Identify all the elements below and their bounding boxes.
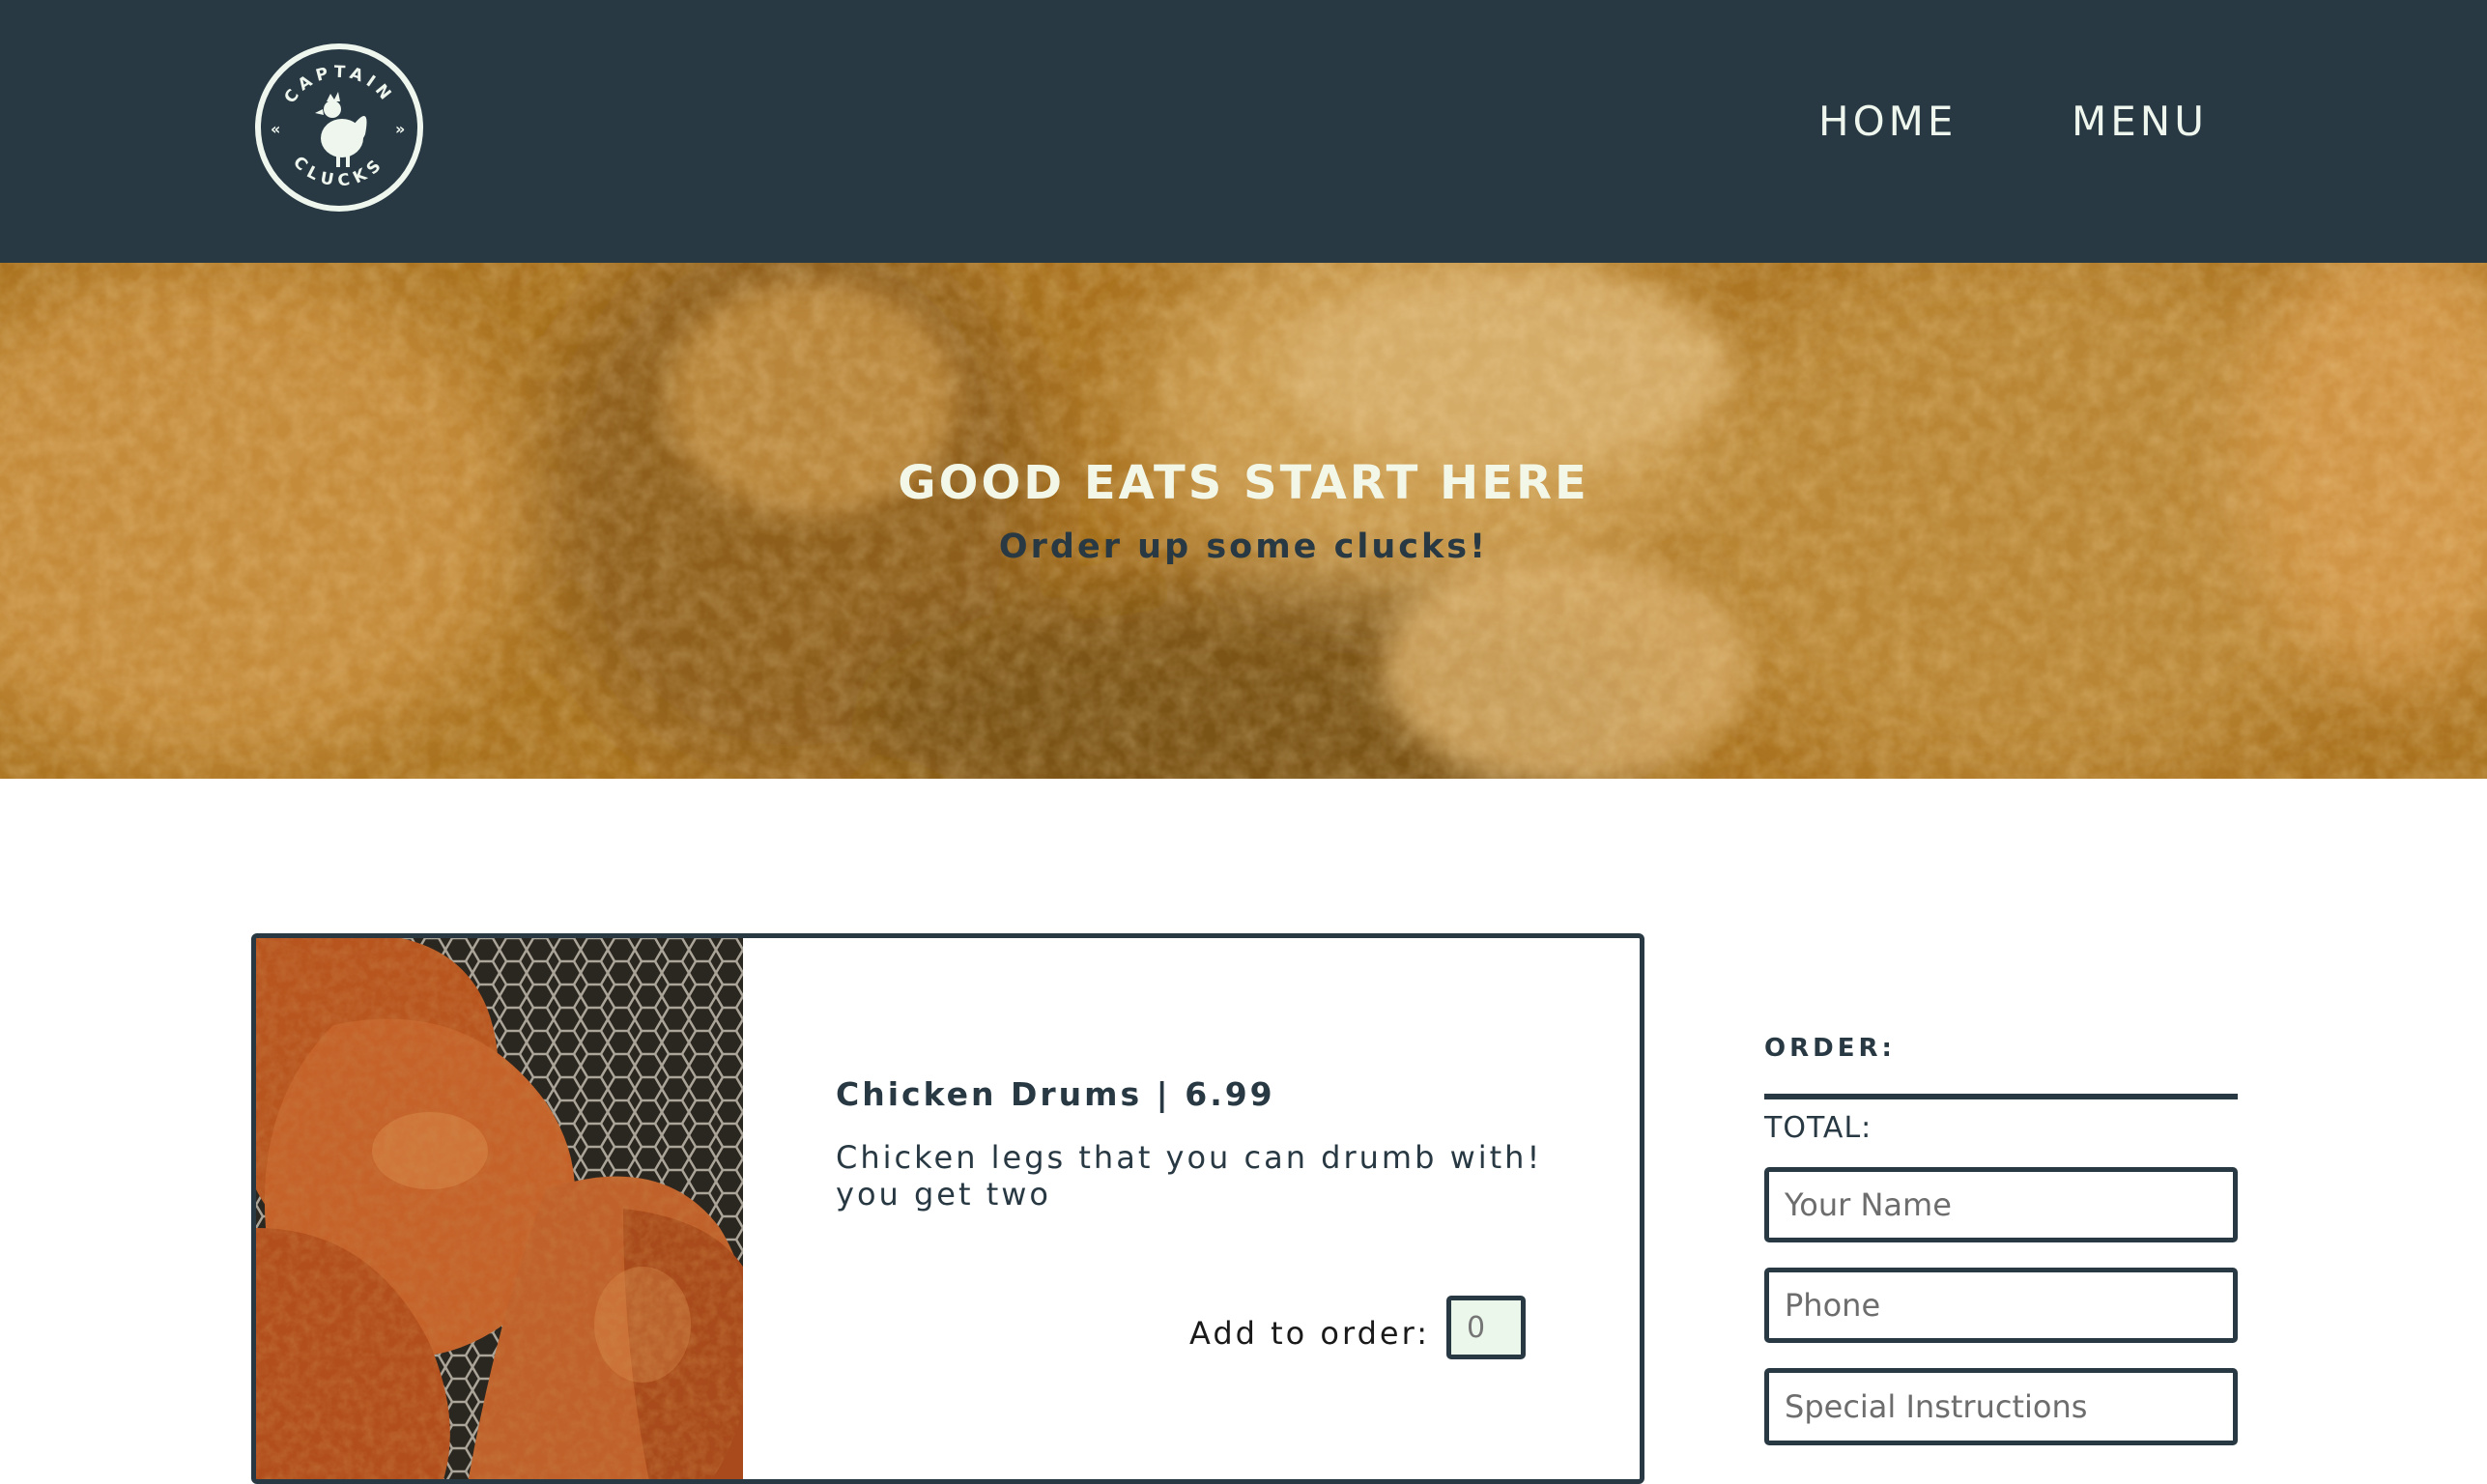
svg-text:»: » [395, 120, 405, 138]
nav-menu-link[interactable]: MENU [2072, 93, 2208, 151]
svg-text:«: « [271, 120, 280, 138]
menu-item-title: Chicken Drums | 6.99 [836, 1075, 1275, 1113]
hero-subtitle: Order up some clucks! [998, 528, 1489, 566]
order-heading: ORDER: [1764, 1034, 1896, 1063]
hero-title: GOOD EATS START HERE [898, 456, 1589, 510]
special-instructions-input[interactable] [1764, 1368, 2238, 1445]
chicken-drums-photo [256, 938, 743, 1479]
order-divider [1764, 1094, 2238, 1099]
hero-background-image [0, 263, 2487, 779]
phone-input[interactable] [1764, 1268, 2238, 1343]
site-header: CAPTAIN CLUCKS « » HOME MENU [0, 0, 2487, 263]
menu-item-card: Chicken Drums | 6.99 Chicken legs that y… [251, 933, 1644, 1484]
captain-clucks-logo[interactable]: CAPTAIN CLUCKS « » [253, 42, 425, 214]
quantity-input[interactable] [1446, 1296, 1526, 1359]
name-input[interactable] [1764, 1167, 2238, 1242]
nav-home-link[interactable]: HOME [1818, 93, 1957, 151]
menu-item-description: Chicken legs that you can drumb with! yo… [836, 1139, 1543, 1213]
hero-banner: GOOD EATS START HERE Order up some cluck… [0, 263, 2487, 779]
order-total-label: TOTAL: [1764, 1111, 1872, 1145]
add-to-order-label: Add to order: [1189, 1315, 1430, 1352]
